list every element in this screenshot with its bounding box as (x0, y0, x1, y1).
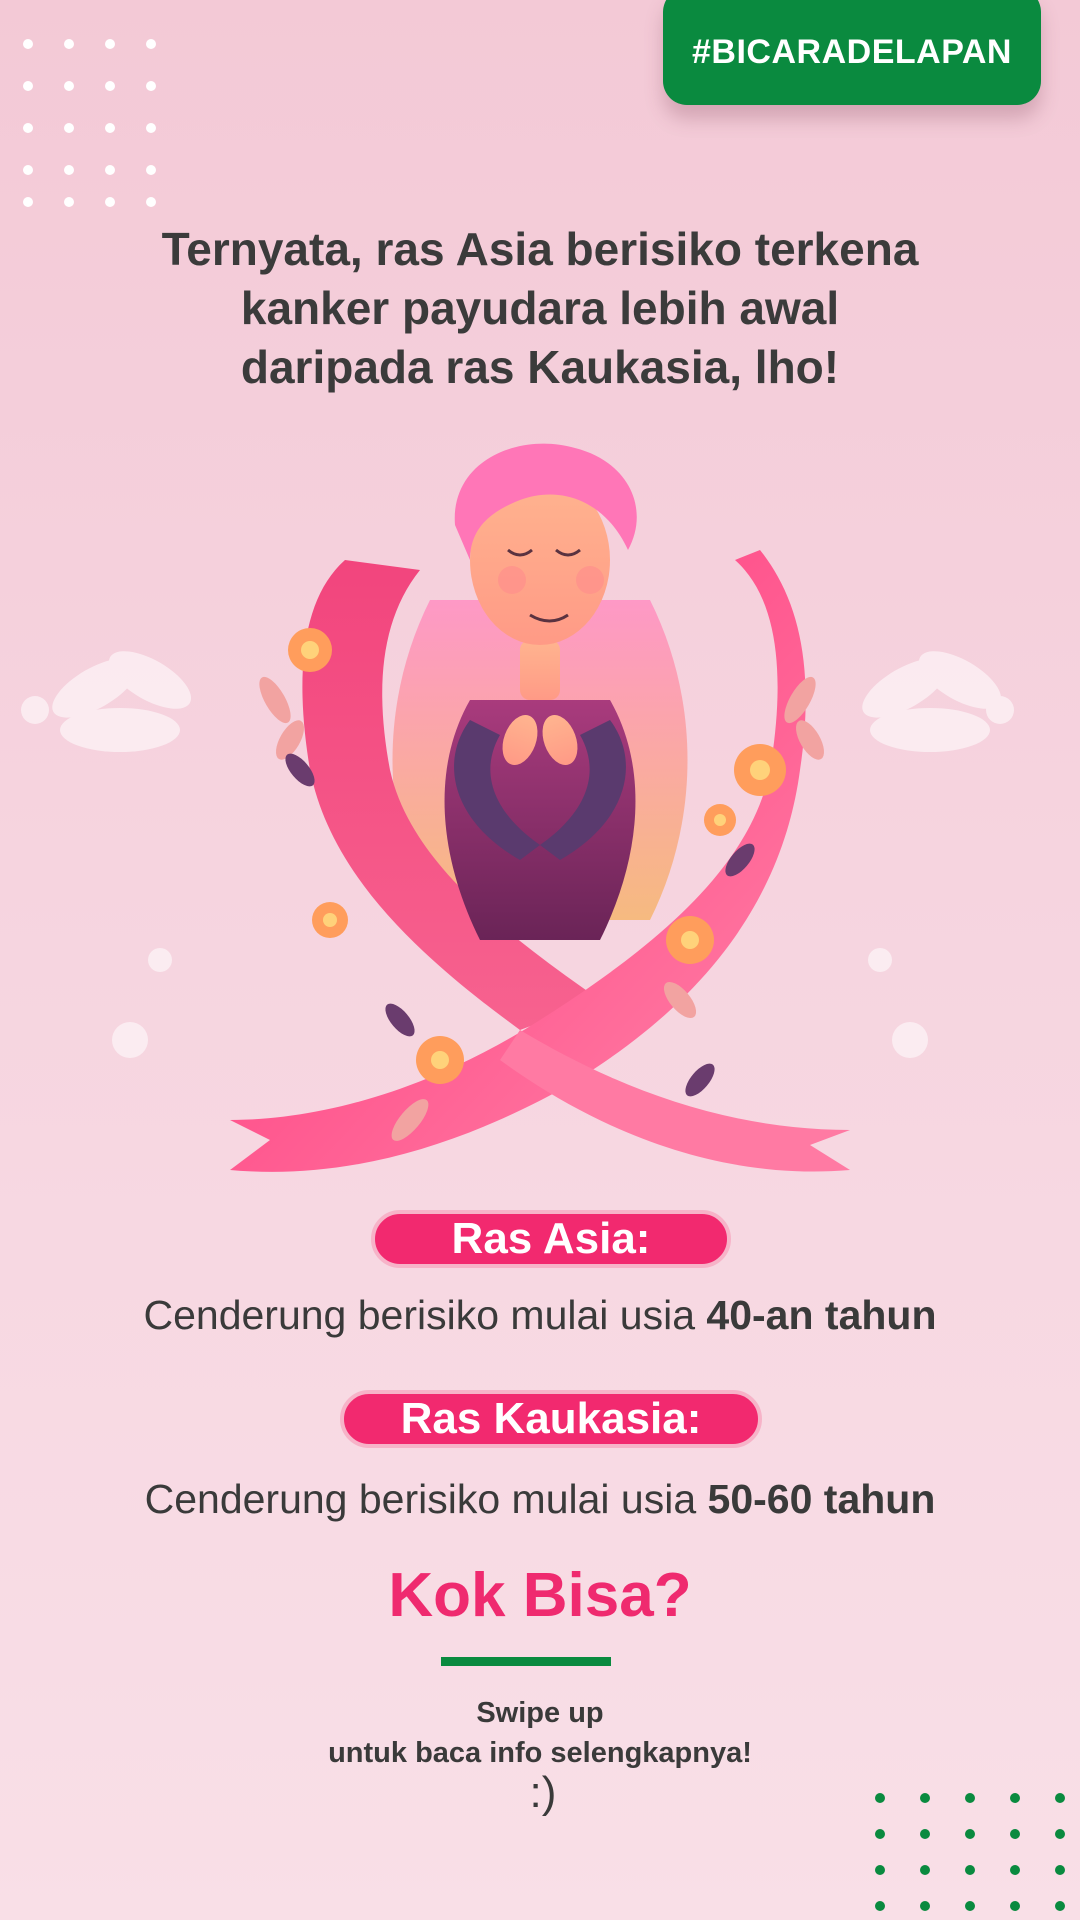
kaukasia-risk-prefix: Cenderung berisiko mulai usia (144, 1476, 697, 1522)
asia-risk-prefix: Cenderung berisiko mulai usia (143, 1292, 696, 1338)
kaukasia-risk-age: 50-60 tahun (707, 1476, 936, 1522)
green-dot-grid-decoration (875, 1793, 1065, 1911)
headline-line-1: Ternyata, ras Asia berisiko terkena (161, 223, 919, 275)
headline: Ternyata, ras Asia berisiko terkena kank… (60, 220, 1020, 397)
asia-label-badge: Ras Asia: (371, 1210, 731, 1268)
green-divider (441, 1657, 611, 1666)
hashtag-badge: #BICARADELAPAN (663, 0, 1041, 105)
kaukasia-risk-text: Cenderung berisiko mulai usia 50-60 tahu… (40, 1476, 1040, 1523)
swipe-up-line-2-text: untuk baca info selengkapnya! (328, 1737, 752, 1769)
asia-risk-age: 40-an tahun (706, 1292, 937, 1338)
cta-title: Kok Bisa? (388, 1561, 692, 1630)
kaukasia-label: Ras Kaukasia: (400, 1394, 702, 1443)
dot-grid-decoration (23, 39, 156, 207)
pink-ribbon-woman-illustration (21, 443, 1014, 1172)
asia-label: Ras Asia: (451, 1214, 651, 1263)
asia-risk-text: Cenderung berisiko mulai usia 40-an tahu… (40, 1292, 1040, 1339)
headline-line-3: daripada ras Kaukasia, lho! (240, 341, 840, 393)
swipe-up-line-1: Swipe up (476, 1697, 604, 1729)
headline-line-2: kanker payudara lebih awal (240, 282, 840, 334)
kaukasia-label-badge: Ras Kaukasia: (340, 1390, 762, 1448)
story-page: #BICARADELAPAN Ternyata, ras Asia berisi… (0, 0, 1080, 1920)
hashtag-text: #BICARADELAPAN (692, 33, 1012, 71)
